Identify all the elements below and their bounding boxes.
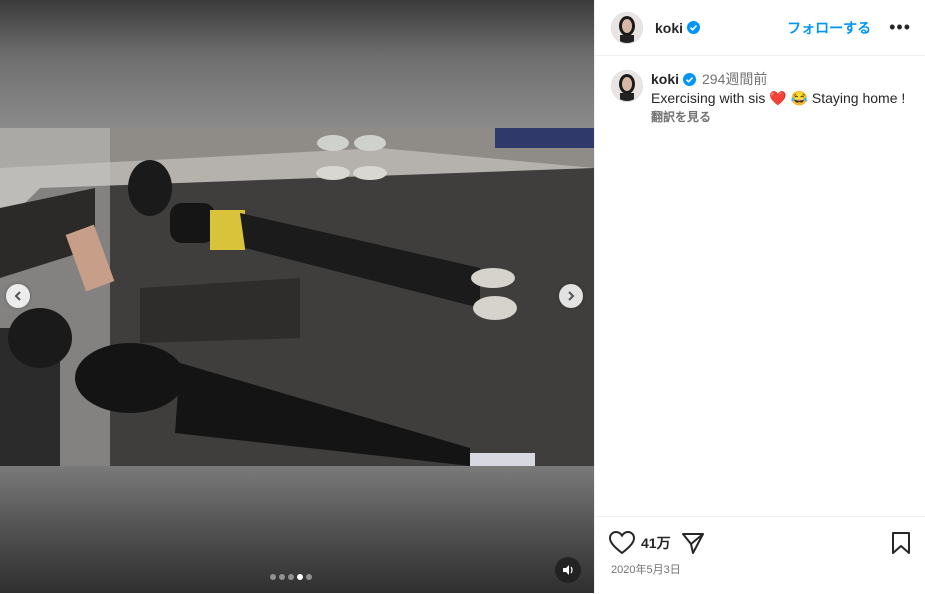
chevron-left-icon <box>14 291 21 301</box>
carousel-dot-active <box>297 574 303 580</box>
post-header: koki フォローする ••• <box>595 0 925 56</box>
caption-text: Exercising with sis ❤️ 😂 Staying home ! <box>651 90 906 106</box>
see-translation-link[interactable]: 翻訳を見る <box>651 108 905 127</box>
profile-photo-icon <box>612 12 642 43</box>
like-count[interactable]: 41万 <box>641 533 671 553</box>
blurred-backdrop-top <box>0 0 594 128</box>
comment-timestamp[interactable]: 294週間前 <box>702 70 767 89</box>
verified-badge-icon <box>683 73 697 86</box>
carousel-dot <box>279 574 285 580</box>
carousel-indicator <box>270 574 312 580</box>
comment-body: koki 294週間前 Exercising with sis ❤️ 😂 Sta… <box>651 70 905 127</box>
caption-comment: koki 294週間前 Exercising with sis ❤️ 😂 Sta… <box>595 56 925 127</box>
bookmark-icon[interactable] <box>891 532 911 554</box>
action-bar: 41万 2020年5月3日 <box>595 516 925 594</box>
post-dialog: koki フォローする ••• koki 294週間前 Exercising w… <box>0 0 925 593</box>
more-options-icon[interactable]: ••• <box>889 17 911 38</box>
follow-button[interactable]: フォローする <box>787 18 871 38</box>
video-frame <box>0 128 594 466</box>
carousel-dot <box>288 574 294 580</box>
side-panel: koki フォローする ••• koki 294週間前 Exercising w… <box>594 0 925 593</box>
header-username[interactable]: koki <box>655 20 683 36</box>
previous-button[interactable] <box>6 284 30 308</box>
comment-username[interactable]: koki <box>651 70 679 89</box>
post-date[interactable]: 2020年5月3日 <box>595 555 925 577</box>
video-player[interactable] <box>0 128 594 466</box>
speaker-icon <box>563 565 573 575</box>
chevron-right-icon <box>568 291 575 301</box>
media-area[interactable] <box>0 0 594 593</box>
carousel-dot <box>306 574 312 580</box>
share-icon[interactable] <box>681 531 705 555</box>
next-button[interactable] <box>559 284 583 308</box>
heart-icon[interactable] <box>609 531 635 555</box>
verified-badge-icon <box>687 21 701 34</box>
audio-toggle-button[interactable] <box>555 557 581 583</box>
avatar[interactable] <box>611 11 643 44</box>
carousel-dot <box>270 574 276 580</box>
avatar[interactable] <box>611 70 643 102</box>
profile-photo-icon <box>612 71 642 101</box>
